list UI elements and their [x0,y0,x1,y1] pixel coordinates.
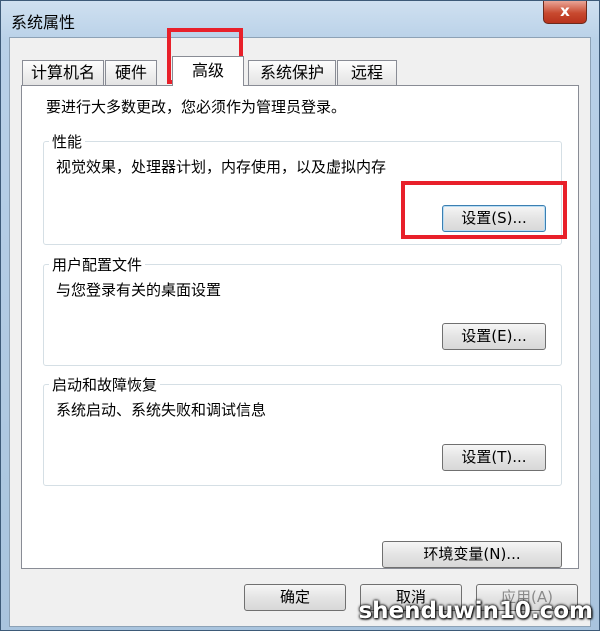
tab-hardware[interactable]: 硬件 [105,60,157,85]
environment-variables-button[interactable]: 环境变量(N)... [382,541,562,568]
tab-system-protection[interactable]: 系统保护 [248,60,336,85]
startup-recovery-group: 启动和故障恢复 系统启动、系统失败和调试信息 设置(T)... [43,374,562,486]
highlight-box-performance-settings [401,181,567,239]
startup-recovery-settings-button[interactable]: 设置(T)... [442,444,546,471]
user-profiles-description: 与您登录有关的桌面设置 [56,281,222,299]
startup-recovery-description: 系统启动、系统失败和调试信息 [56,401,267,419]
close-icon: x [560,2,570,20]
admin-notice: 要进行大多数更改，您必须作为管理员登录。 [46,98,347,116]
dialog-client-area: 计算机名 硬件 高级 系统保护 远程 要进行大多数更改，您必须作为管理员登录。 … [9,37,591,627]
tab-remote[interactable]: 远程 [337,60,397,85]
advanced-tab-panel: 要进行大多数更改，您必须作为管理员登录。 性能 视觉效果，处理器计划，内存使用，… [21,85,579,569]
system-properties-window: 系统属性 x 计算机名 硬件 高级 系统保护 远程 要进行大多数更改，您必须作为… [0,0,600,631]
tab-advanced[interactable]: 高级 [172,56,244,86]
performance-title: 性能 [49,131,86,152]
performance-description: 视觉效果，处理器计划，内存使用，以及虚拟内存 [56,158,387,176]
user-profiles-group: 用户配置文件 与您登录有关的桌面设置 设置(E)... [43,254,562,366]
window-title: 系统属性 [11,13,76,32]
startup-recovery-title: 启动和故障恢复 [49,374,161,395]
user-profiles-settings-button[interactable]: 设置(E)... [442,323,546,350]
close-button[interactable]: x [543,1,587,24]
site-watermark: shenduwin10.com [358,598,593,624]
user-profiles-title: 用户配置文件 [49,254,146,275]
ok-button[interactable]: 确定 [244,584,346,611]
tab-computer-name[interactable]: 计算机名 [22,60,104,85]
